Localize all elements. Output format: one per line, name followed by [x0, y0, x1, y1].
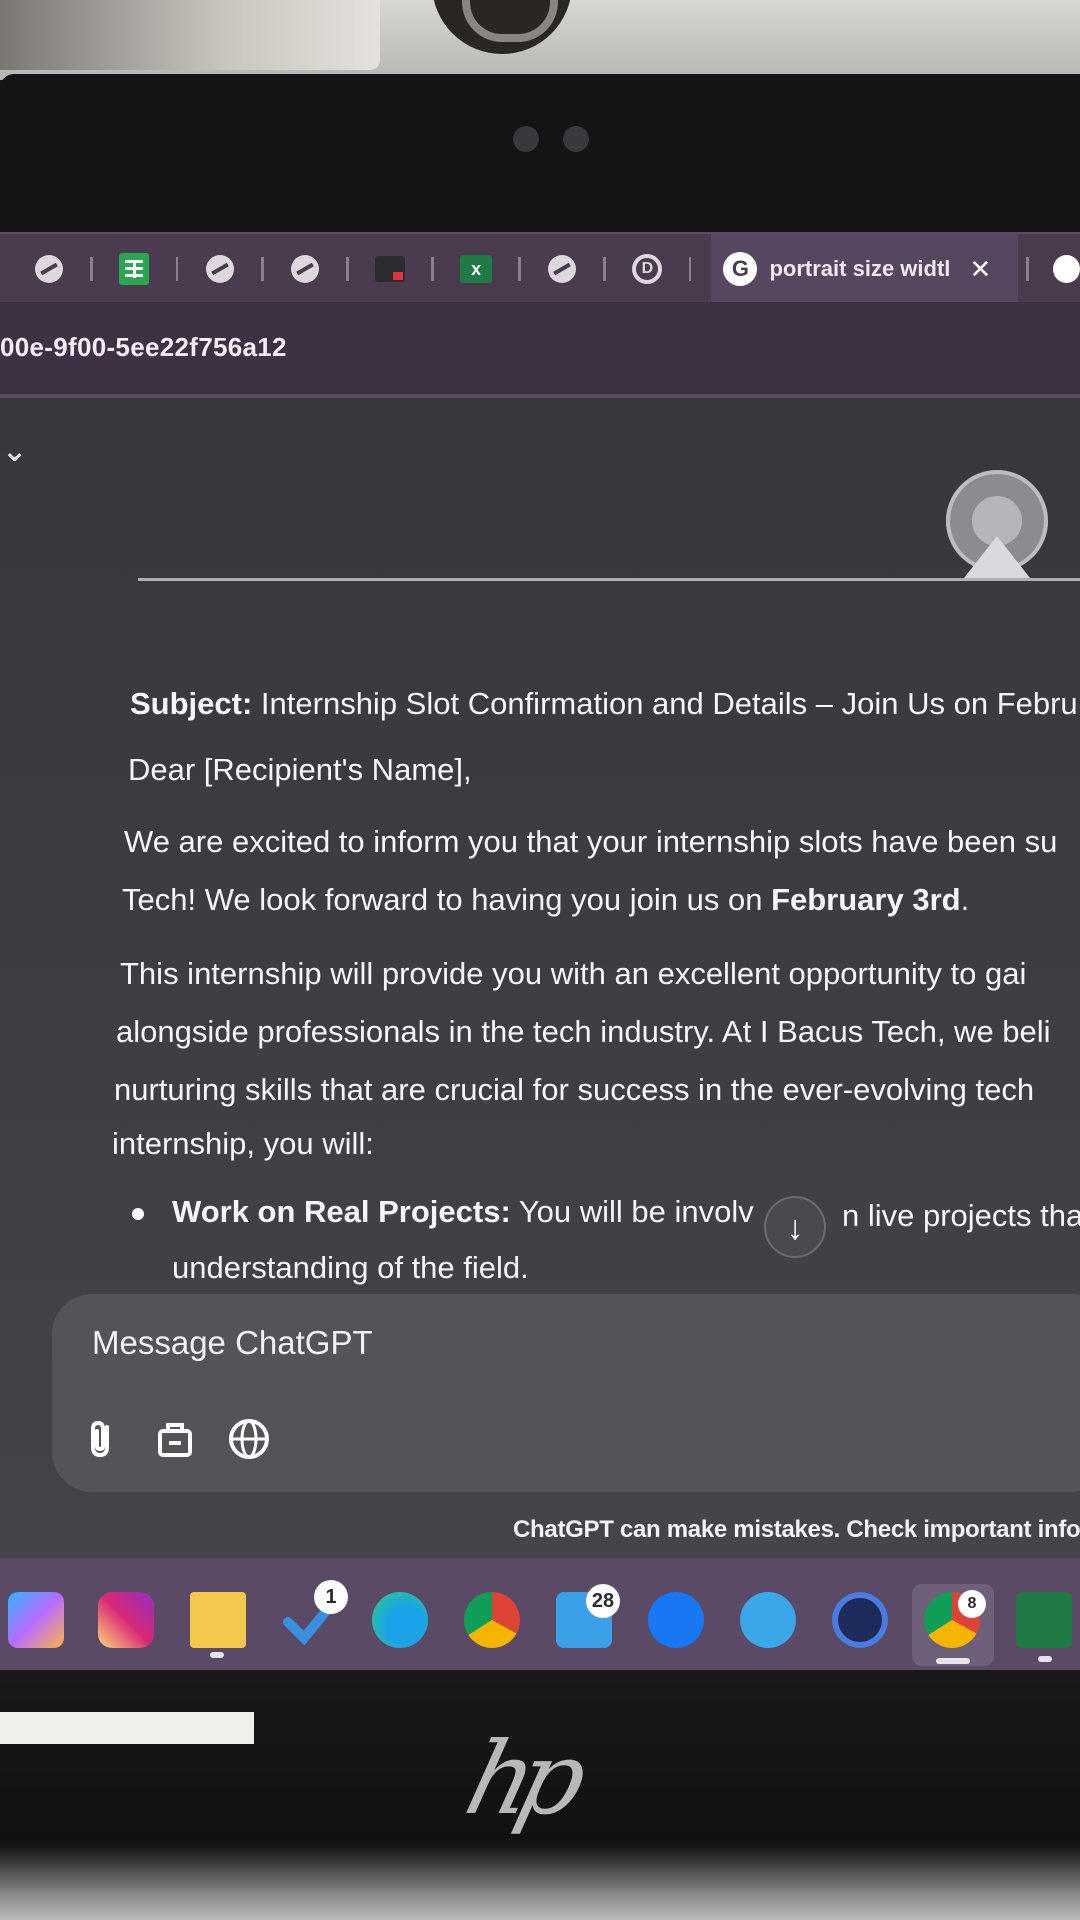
text-run: . [960, 882, 970, 917]
file-explorer-icon[interactable] [190, 1592, 246, 1648]
chat-area: ⌄ Subject: Internship Slot Confirmation … [0, 398, 1080, 1558]
paragraph-line: alongside professionals in the tech indu… [116, 1014, 1051, 1049]
tab-separator [431, 257, 435, 281]
date-highlight: February 3rd [771, 882, 961, 917]
subject-text: Internship Slot Confirmation and Details… [260, 686, 1078, 721]
webcam-dot [513, 126, 539, 152]
subject-line: Subject: Internship Slot Confirmation an… [130, 686, 1078, 722]
toolbox-icon [158, 1423, 192, 1457]
form-icon [375, 256, 406, 282]
running-indicator [1038, 1656, 1052, 1662]
tab-close-icon[interactable]: ✕ [969, 254, 991, 285]
globe-icon [548, 255, 577, 283]
url-text[interactable]: 00e-9f00-5ee22f756a12 [0, 332, 287, 363]
chevron-down-icon[interactable]: ⌄ [2, 434, 27, 469]
paragraph-line: We are excited to inform you that your i… [124, 824, 1058, 859]
webcam-dot [563, 126, 589, 152]
instagram-icon[interactable] [98, 1592, 154, 1648]
disclaimer-text: ChatGPT can make mistakes. Check importa… [513, 1516, 1080, 1543]
google-icon: G [723, 252, 758, 286]
tab-globe-icon[interactable] [290, 253, 320, 285]
bullet-dot [132, 1208, 144, 1220]
bullet-line: understanding of the field. [172, 1250, 529, 1285]
globe-icon [205, 255, 234, 283]
search-web-button[interactable] [226, 1416, 272, 1462]
app-icon[interactable] [832, 1592, 888, 1648]
room-object [0, 0, 380, 70]
tab-active-google[interactable]: G portrait size widtl ✕ [711, 234, 1019, 304]
chrome-icon[interactable] [464, 1592, 520, 1648]
attach-button[interactable] [78, 1416, 124, 1462]
tab-partial-icon[interactable] [1053, 255, 1080, 283]
excel-icon: x [460, 255, 493, 283]
globe-icon [35, 255, 64, 283]
address-bar[interactable]: 00e-9f00-5ee22f756a12 [0, 302, 1080, 400]
tab-separator [603, 257, 607, 281]
browser-tab-bar: x D G portrait size widtl ✕ [0, 232, 1080, 304]
tab-separator [175, 257, 179, 281]
tab-excel-icon[interactable]: x [460, 253, 493, 285]
tab-globe-icon[interactable] [547, 253, 577, 285]
tab-globe-icon[interactable] [204, 253, 234, 285]
paragraph-line: internship, you will: [112, 1126, 374, 1161]
greeting: Dear [Recipient's Name], [128, 752, 472, 787]
tab-separator [1026, 257, 1030, 281]
subject-label: Subject: [130, 686, 253, 721]
bullet-text: n live projects that [842, 1198, 1080, 1233]
sheets-icon [119, 253, 150, 285]
tab-separator [518, 257, 522, 281]
user-avatar[interactable] [946, 470, 1048, 578]
tab-globe-icon[interactable] [34, 253, 64, 285]
bullet-title: Work on Real Projects: [172, 1194, 511, 1229]
message-composer [52, 1294, 1080, 1492]
tab-separator [346, 257, 349, 281]
running-indicator [210, 1652, 224, 1658]
bullet-text: You will be involv [510, 1194, 754, 1229]
message-divider [138, 578, 1080, 581]
copilot-icon[interactable] [8, 1592, 64, 1648]
tab-d-icon[interactable]: D [632, 253, 663, 285]
notification-badge: 28 [586, 1584, 620, 1618]
notification-badge: 1 [314, 1580, 348, 1614]
excel-icon[interactable] [1016, 1592, 1072, 1648]
app-icon[interactable] [740, 1592, 796, 1648]
tab-sheets-icon[interactable] [119, 253, 150, 285]
message-input[interactable] [92, 1324, 992, 1362]
bullet-item: Work on Real Projects: You will be invol… [172, 1194, 754, 1230]
facebook-icon[interactable] [648, 1592, 704, 1648]
active-indicator [936, 1658, 970, 1664]
monitor-bezel-top [0, 74, 1080, 234]
tools-button[interactable] [152, 1416, 198, 1462]
paragraph-line: This internship will provide you with an… [120, 956, 1027, 991]
globe-icon [290, 255, 319, 283]
paperclip-icon [91, 1420, 109, 1458]
text-run: Tech! We look forward to having you join… [122, 882, 772, 917]
scroll-down-button[interactable]: ↓ [764, 1196, 826, 1258]
paragraph-line: nurturing skills that are crucial for su… [114, 1072, 1035, 1107]
tab-separator [260, 257, 264, 281]
d-icon: D [632, 254, 663, 284]
tab-title: portrait size widtl [769, 256, 950, 281]
tab-separator [688, 257, 692, 281]
tab-separator [90, 257, 94, 281]
edge-icon[interactable] [372, 1592, 428, 1648]
globe-icon [229, 1419, 269, 1459]
paragraph-line: Tech! We look forward to having you join… [122, 882, 969, 918]
notification-badge: 8 [958, 1590, 986, 1618]
paper-reflection [0, 1712, 254, 1744]
tab-form-icon[interactable] [375, 253, 406, 285]
